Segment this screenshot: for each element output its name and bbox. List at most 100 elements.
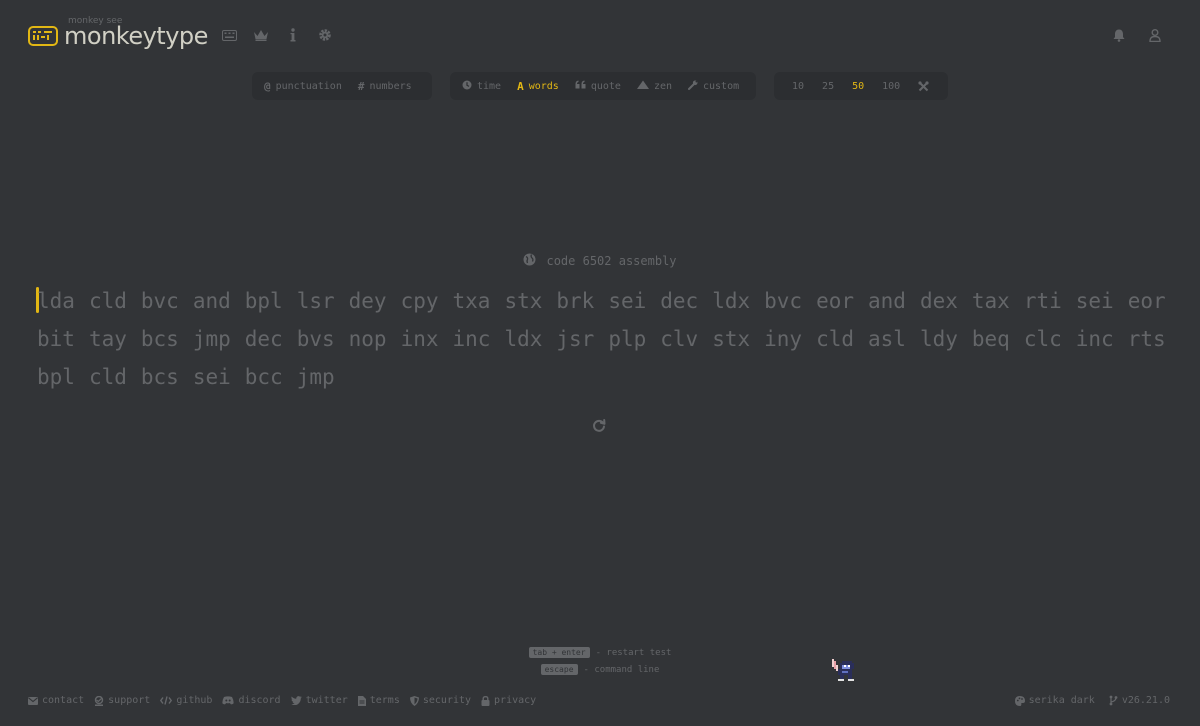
crown-icon[interactable] <box>252 26 270 44</box>
word: iny <box>764 327 803 351</box>
word: bcs <box>140 327 179 351</box>
keyboard-icon[interactable] <box>220 26 238 44</box>
words-area[interactable]: lda cld bvc and bpl lsr dey cpy txa stx brk sei dec l… <box>37 282 1167 396</box>
footer-link-support[interactable]: support <box>94 695 150 706</box>
word: bcs <box>140 365 179 389</box>
test-config-bar: @ punctuation # numbers time A words quo… <box>0 72 1200 100</box>
word: cld <box>88 289 127 313</box>
word: dec <box>660 289 699 313</box>
word: clv <box>660 327 699 351</box>
mode-words-label: words <box>528 80 559 92</box>
key-hints: tab + enter - restart test escape - comm… <box>0 644 1200 678</box>
word: cpy <box>400 289 439 313</box>
word: stx <box>504 289 543 313</box>
clock-icon <box>462 80 472 93</box>
privacy-label: privacy <box>494 695 537 706</box>
word: bpl <box>244 289 283 313</box>
word: nop <box>348 327 387 351</box>
user-icon[interactable] <box>1146 26 1164 44</box>
document-icon <box>357 695 366 706</box>
word: asl <box>868 327 906 351</box>
footer-link-terms[interactable]: terms <box>357 695 400 706</box>
word: dex <box>919 289 958 313</box>
account-menu <box>1110 26 1164 44</box>
restart-icon <box>593 419 606 432</box>
word: bvc <box>764 289 803 313</box>
numbers-label: numbers <box>369 80 412 92</box>
security-label: security <box>422 695 472 706</box>
logo-name: monkeytype <box>64 22 208 50</box>
footer: contact support github discord twitter t… <box>28 695 1170 706</box>
word: jsr <box>556 327 595 351</box>
logo-keyboard-icon <box>28 26 58 46</box>
logo[interactable]: monkey see monkeytype <box>28 16 208 54</box>
bell-icon[interactable] <box>1110 26 1128 44</box>
word: bit <box>37 327 75 351</box>
restart-hint-text: - restart test <box>595 647 672 658</box>
mode-custom-label: custom <box>703 80 740 92</box>
count-25[interactable]: 25 <box>822 81 834 92</box>
terms-label: terms <box>369 695 400 706</box>
word: plp <box>608 327 647 351</box>
word: stx <box>712 327 751 351</box>
word: ldy <box>919 327 958 351</box>
info-icon[interactable] <box>284 26 302 44</box>
at-icon: @ <box>264 79 271 93</box>
version-button[interactable]: v26.21.0 <box>1109 695 1170 706</box>
restart-hint: tab + enter - restart test <box>0 644 1200 661</box>
word: txa <box>452 289 491 313</box>
word: bcc <box>244 365 283 389</box>
word: sei <box>192 365 231 389</box>
footer-link-twitter[interactable]: twitter <box>290 695 348 706</box>
word: inc <box>452 327 491 351</box>
support-label: support <box>108 695 151 706</box>
count-100[interactable]: 100 <box>882 81 900 92</box>
footer-link-privacy[interactable]: privacy <box>481 695 536 706</box>
language-label: code 6502 assembly <box>546 254 677 268</box>
word: lda <box>37 289 75 313</box>
word: tax <box>971 289 1010 313</box>
footer-links: contact support github discord twitter t… <box>28 695 536 706</box>
numbers-toggle[interactable]: # numbers <box>358 80 412 93</box>
palette-icon <box>1014 695 1025 706</box>
count-10[interactable]: 10 <box>792 81 804 92</box>
quote-icon <box>575 80 586 92</box>
restart-button[interactable] <box>591 418 607 434</box>
command-key: escape <box>540 664 578 675</box>
word: inc <box>1075 327 1114 351</box>
mode-quote[interactable]: quote <box>575 80 621 92</box>
language-selector[interactable]: code 6502 assembly <box>0 253 1200 269</box>
mode-time[interactable]: time <box>462 80 501 93</box>
footer-meta: serika dark v26.21.0 <box>1014 695 1170 706</box>
mode-custom[interactable]: custom <box>688 80 739 93</box>
word: eor <box>1127 289 1166 313</box>
envelope-icon <box>28 696 38 705</box>
github-label: github <box>176 695 213 706</box>
count-50[interactable]: 50 <box>852 81 864 92</box>
mode-words[interactable]: A words <box>517 80 559 93</box>
punctuation-toggle[interactable]: @ punctuation <box>264 80 342 93</box>
branch-icon <box>1109 695 1118 706</box>
header: monkey see monkeytype <box>28 16 1172 56</box>
word: cld <box>88 365 127 389</box>
word: beq <box>971 327 1010 351</box>
theme-button[interactable]: serika dark <box>1014 695 1095 706</box>
wrench-icon <box>688 80 698 93</box>
footer-link-discord[interactable]: discord <box>222 695 281 706</box>
command-hint: escape - command line <box>0 661 1200 678</box>
footer-link-contact[interactable]: contact <box>28 695 84 706</box>
word: brk <box>556 289 595 313</box>
code-icon <box>160 696 173 705</box>
footer-link-security[interactable]: security <box>409 695 472 706</box>
word: inx <box>400 327 439 351</box>
footer-link-github[interactable]: github <box>160 695 212 706</box>
word: clc <box>1023 327 1062 351</box>
mode-zen[interactable]: zen <box>636 80 672 92</box>
gear-icon[interactable] <box>316 26 334 44</box>
lock-icon <box>481 695 490 706</box>
custom-count-tools-icon[interactable] <box>918 80 929 92</box>
hash-icon: # <box>357 79 365 93</box>
discord-icon <box>222 696 235 705</box>
word: bpl <box>37 365 75 389</box>
restart-keys: tab + enter <box>528 647 590 658</box>
